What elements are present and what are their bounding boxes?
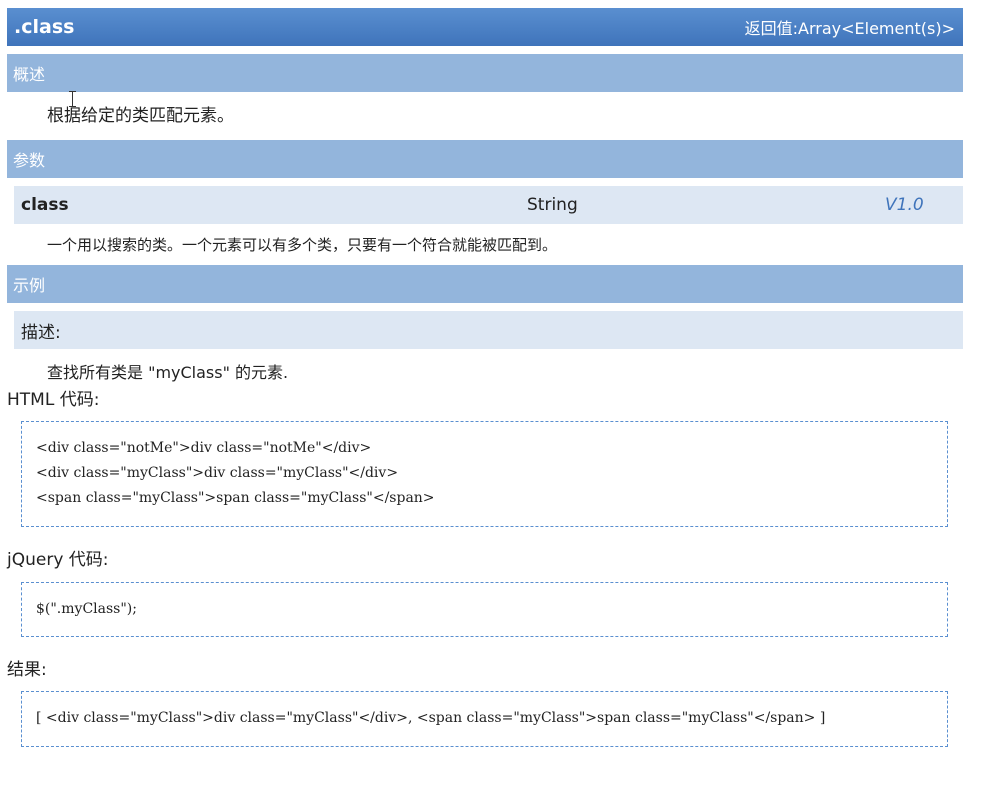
jquery-code-block: $(".myClass");	[21, 582, 948, 637]
section-params-header: 参数	[7, 140, 963, 178]
section-overview-header: 概述	[7, 54, 963, 92]
example-desc-bar: 描述:	[14, 311, 963, 349]
param-name: class	[21, 195, 69, 215]
html-code-line: <div class="notMe">div class="notMe"</di…	[36, 440, 372, 456]
page-title: .class	[14, 16, 75, 38]
html-code-line: <span class="myClass">span class="myClas…	[36, 490, 435, 506]
jquery-code-line: $(".myClass");	[36, 601, 137, 617]
jquery-code-label: jQuery 代码:	[7, 550, 109, 570]
example-desc-label: 描述:	[21, 322, 61, 343]
param-row: class String V1.0	[14, 186, 963, 224]
html-code-line: <div class="myClass">div class="myClass"…	[36, 465, 399, 481]
section-example-title: 示例	[13, 276, 46, 295]
example-desc-text: 查找所有类是 "myClass" 的元素.	[47, 363, 289, 382]
result-code-line: [ <div class="myClass">div class="myClas…	[36, 710, 826, 726]
text-cursor-icon	[69, 91, 76, 107]
result-code-block: [ <div class="myClass">div class="myClas…	[21, 691, 948, 747]
overview-text: 根据给定的类匹配元素。	[47, 106, 234, 126]
param-type: String	[527, 195, 578, 215]
section-params-title: 参数	[13, 151, 46, 170]
result-label: 结果:	[7, 660, 47, 680]
param-version: V1.0	[885, 195, 924, 215]
html-code-block: <div class="notMe">div class="notMe"</di…	[21, 421, 948, 527]
html-code-label: HTML 代码:	[7, 390, 100, 410]
param-description: 一个用以搜索的类。一个元素可以有多个类，只要有一个符合就能被匹配到。	[47, 236, 558, 254]
section-example-header: 示例	[7, 265, 963, 303]
section-overview-title: 概述	[13, 65, 46, 84]
doc-header: .class 返回值:Array<Element(s)>	[7, 8, 963, 46]
return-value: 返回值:Array<Element(s)>	[744, 19, 955, 38]
